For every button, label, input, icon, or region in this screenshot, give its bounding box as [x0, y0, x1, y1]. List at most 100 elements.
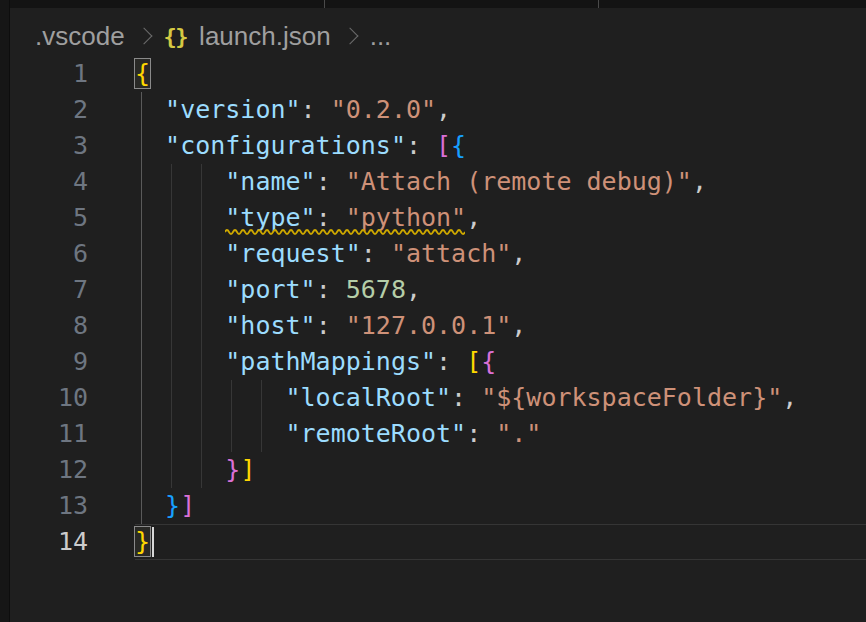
line-number[interactable]: 10 — [10, 380, 88, 416]
token: { — [481, 347, 496, 376]
token: ] — [240, 455, 255, 484]
line-number[interactable]: 14 — [10, 524, 88, 560]
line-number[interactable]: 1 — [10, 56, 88, 92]
editor-code-area[interactable]: 1{2 "version": "0.2.0",3 "configurations… — [10, 56, 866, 560]
breadcrumb-symbol[interactable]: ... — [370, 21, 392, 52]
breadcrumb: .vscode {} launch.json ... — [35, 18, 391, 54]
breadcrumb-file[interactable]: launch.json — [199, 21, 331, 52]
code-line[interactable]: 9 "pathMappings": [{ — [10, 344, 866, 380]
token: , — [436, 95, 451, 124]
indent-guide — [201, 344, 202, 380]
code-line[interactable]: 5 "type": "python", — [10, 200, 866, 236]
indent-guide — [201, 452, 202, 488]
indent-guide — [141, 200, 142, 236]
indent-guide — [201, 308, 202, 344]
indent-guide — [141, 272, 142, 308]
token: ] — [180, 491, 195, 520]
token: , — [782, 383, 797, 412]
chevron-right-icon — [341, 28, 358, 45]
code-line[interactable]: 7 "port": 5678, — [10, 272, 866, 308]
token: : — [451, 383, 481, 412]
indent-guide — [141, 128, 142, 164]
token: 5678 — [346, 275, 406, 304]
indent-guide — [141, 452, 142, 488]
code-line[interactable]: 13 }] — [10, 488, 866, 524]
code-line-content[interactable]: "configurations": [{ — [88, 128, 866, 164]
line-number[interactable]: 8 — [10, 308, 88, 344]
code-line-content[interactable]: "request": "attach", — [88, 236, 866, 272]
line-number[interactable]: 3 — [10, 128, 88, 164]
current-line-border — [135, 559, 866, 560]
code-line[interactable]: 14} — [10, 524, 866, 560]
token: : — [316, 167, 346, 196]
code-line-content[interactable]: "host": "127.0.0.1", — [88, 308, 866, 344]
token: "localRoot" — [286, 383, 452, 412]
line-number[interactable]: 13 — [10, 488, 88, 524]
token: "0.2.0" — [331, 95, 436, 124]
indent-guide — [201, 380, 202, 416]
indent-guide — [171, 416, 172, 452]
indent-guide — [171, 308, 172, 344]
indent-guide — [171, 452, 172, 488]
token: "." — [496, 419, 541, 448]
code-line[interactable]: 6 "request": "attach", — [10, 236, 866, 272]
token: "Attach (remote debug)" — [346, 167, 692, 196]
json-file-icon: {} — [164, 24, 188, 49]
line-number[interactable]: 12 — [10, 452, 88, 488]
token: "127.0.0.1" — [346, 311, 512, 340]
code-line[interactable]: 12 }] — [10, 452, 866, 488]
text-cursor — [152, 527, 154, 557]
line-number[interactable]: 7 — [10, 272, 88, 308]
indent-guide — [261, 416, 262, 452]
token: "remoteRoot" — [286, 419, 467, 448]
token: } — [135, 527, 150, 556]
line-number[interactable]: 9 — [10, 344, 88, 380]
code-line-content[interactable]: { — [88, 56, 866, 92]
line-number[interactable]: 2 — [10, 92, 88, 128]
indent-guide — [231, 380, 232, 416]
token: "pathMappings" — [225, 347, 436, 376]
code-line-content[interactable]: "remoteRoot": "." — [88, 416, 866, 452]
indent-guide — [201, 200, 202, 236]
code-line-content[interactable]: "version": "0.2.0", — [88, 92, 866, 128]
warning-squiggle — [225, 228, 465, 236]
code-line-content[interactable]: "port": 5678, — [88, 272, 866, 308]
code-line[interactable]: 1{ — [10, 56, 866, 92]
code-line[interactable]: 3 "configurations": [{ — [10, 128, 866, 164]
token: "${workspaceFolder}" — [481, 383, 782, 412]
token: [ — [436, 131, 451, 160]
code-line[interactable]: 4 "name": "Attach (remote debug)", — [10, 164, 866, 200]
token: , — [466, 203, 481, 232]
indent-guide — [201, 236, 202, 272]
code-line-content[interactable]: "pathMappings": [{ — [88, 344, 866, 380]
code-line-content[interactable]: }] — [88, 488, 866, 524]
code-line[interactable]: 10 "localRoot": "${workspaceFolder}", — [10, 380, 866, 416]
indent-guide — [171, 164, 172, 200]
code-line-content[interactable]: "localRoot": "${workspaceFolder}", — [88, 380, 866, 416]
code-line[interactable]: 2 "version": "0.2.0", — [10, 92, 866, 128]
code-line-content[interactable]: "name": "Attach (remote debug)", — [88, 164, 866, 200]
line-number[interactable]: 11 — [10, 416, 88, 452]
token: "port" — [225, 275, 315, 304]
tab-separator — [324, 0, 325, 8]
code-line-content[interactable]: }] — [88, 452, 866, 488]
indent-guide — [141, 416, 142, 452]
code-line-content[interactable]: "type": "python", — [88, 200, 866, 236]
code-line[interactable]: 8 "host": "127.0.0.1", — [10, 308, 866, 344]
line-number[interactable]: 6 — [10, 236, 88, 272]
token: : — [316, 275, 346, 304]
token: "host" — [225, 311, 315, 340]
breadcrumb-folder[interactable]: .vscode — [35, 21, 125, 52]
code-line[interactable]: 11 "remoteRoot": "." — [10, 416, 866, 452]
token: } — [225, 455, 240, 484]
indent-guide — [171, 200, 172, 236]
line-number[interactable]: 4 — [10, 164, 88, 200]
token: "version" — [165, 95, 300, 124]
line-number[interactable]: 5 — [10, 200, 88, 236]
indent-guide — [201, 272, 202, 308]
token: { — [135, 59, 150, 88]
token: : — [466, 419, 496, 448]
code-line-content[interactable]: } — [88, 524, 866, 560]
token: : — [406, 131, 436, 160]
token: , — [692, 167, 707, 196]
